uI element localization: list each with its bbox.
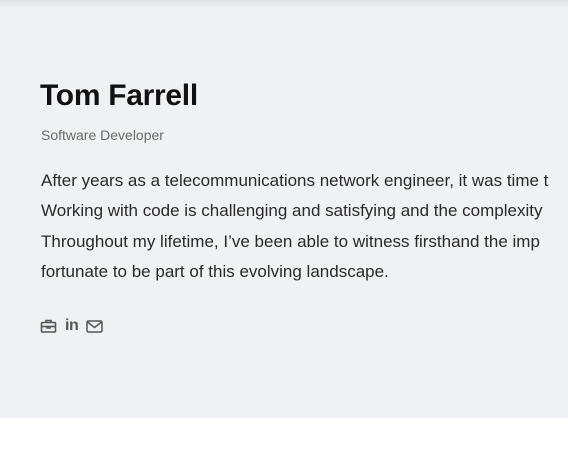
social-links: in	[40, 318, 103, 334]
profile-bio: After years as a telecommunications netw…	[41, 166, 568, 287]
bio-line: After years as a telecommunications netw…	[41, 171, 549, 190]
bio-line: Throughout my lifetime, I’ve been able t…	[41, 231, 540, 251]
email-icon[interactable]	[86, 319, 103, 334]
profile-name: Tom Farrell	[40, 79, 198, 112]
linkedin-icon[interactable]: in	[65, 318, 79, 334]
bio-line: fortunate to be part of this evolving la…	[41, 261, 389, 281]
bio-line: Working with code is challenging and sat…	[41, 201, 543, 221]
profile-title: Software Developer	[41, 127, 164, 143]
profile-card: Tom Farrell Software Developer After yea…	[0, 0, 568, 418]
header-shadow	[0, 0, 568, 8]
briefcase-icon[interactable]	[40, 318, 57, 334]
